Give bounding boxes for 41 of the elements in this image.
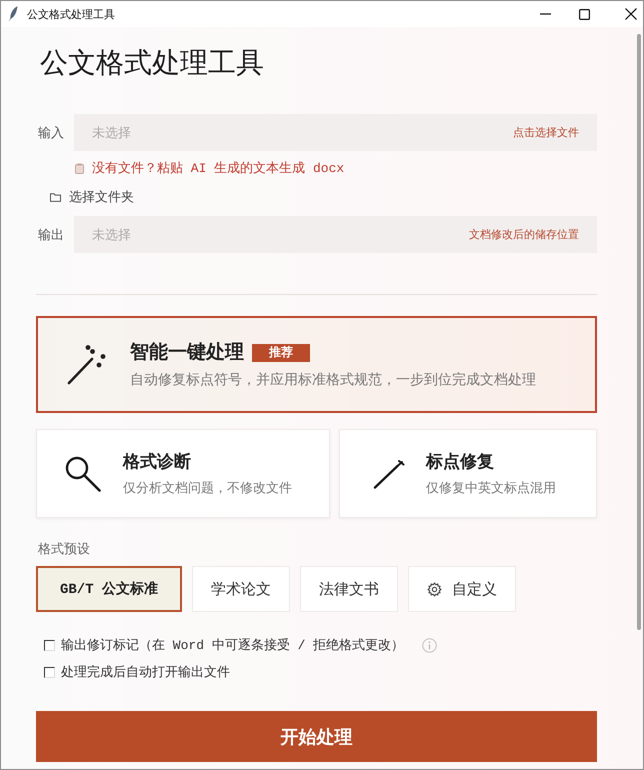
close-icon[interactable] [625,8,637,20]
minimize-icon[interactable] [540,13,551,15]
recommended-badge: 推荐 [252,344,310,362]
save-location-link[interactable]: 文档修改后的储存位置 [469,227,579,242]
mode-description: 自动修复标点符号，并应用标准格式规范，一步到位完成文档处理 [130,370,536,388]
maximize-icon[interactable] [579,8,590,20]
mode-card[interactable]: 智能一键处理 推荐 自动修复标点符号，并应用标准格式规范，一步到位完成文档处理 [36,316,597,413]
field-label: 输出 [38,226,65,244]
pen-icon [373,458,405,488]
paste-text-link[interactable]: 没有文件？粘贴 AI 生成的文本生成 docx [92,159,344,177]
scrollbar-thumb[interactable] [637,34,641,630]
option-label: 处理完成后自动打开输出文件 [61,664,230,681]
checkbox[interactable] [44,640,55,650]
search-icon [65,456,101,492]
choose-folder-link[interactable]: 选择文件夹 [69,188,134,206]
mode-card[interactable]: 格式诊断 仅分析文档问题，不修改文件 [36,429,330,518]
output-location-field[interactable]: 未选择 文档修改后的储存位置 [74,216,597,253]
mode-title: 智能一键处理 [130,342,244,364]
field-label: 输入 [38,124,65,142]
option-label: 输出修订标记（在 Word 中可逐条接受 / 拒绝格式更改） [61,637,404,654]
choose-file-link[interactable]: 点击选择文件 [513,125,579,140]
section-label: 格式预设 [38,540,91,558]
clipboard-icon [75,162,84,174]
checkbox[interactable] [44,666,55,678]
mode-description: 仅分析文档问题，不修改文件 [123,478,292,496]
gear-icon [427,582,442,596]
window-title: 公文格式处理工具 [27,8,115,22]
input-file-field[interactable]: 未选择 点击选择文件 [74,114,597,151]
mode-card[interactable]: 标点修复 仅修复中英文标点混用 [339,429,597,518]
mode-description: 仅修复中英文标点混用 [426,478,556,496]
preset-button[interactable]: 学术论文 [192,566,290,612]
mode-title: 标点修复 [426,450,494,472]
folder-icon [50,192,61,202]
start-button[interactable]: 开始处理 [36,711,597,762]
preset-button[interactable]: GB/T 公文标准 [36,566,182,612]
app-heading: 公文格式处理工具 [40,47,265,81]
mode-title: 格式诊断 [123,450,191,472]
preset-button[interactable]: 法律文书 [300,566,398,612]
feather-icon [8,6,18,22]
magic-wand-icon [66,344,106,386]
preset-button[interactable]: 自定义 [408,566,516,612]
